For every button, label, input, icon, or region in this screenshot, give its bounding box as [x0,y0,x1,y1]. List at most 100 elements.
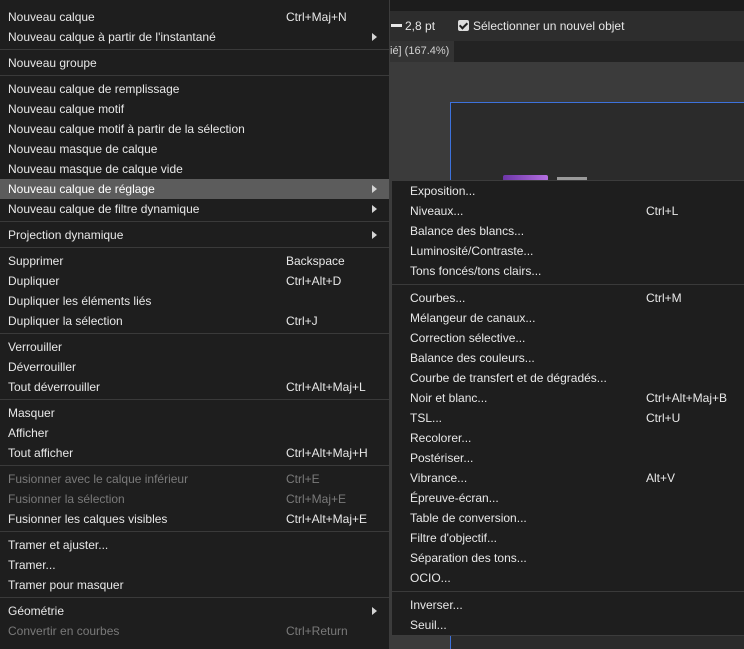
menu-item-label: Recolorer... [410,431,472,445]
submenu-item-gradient-map[interactable]: Courbe de transfert et de dégradés... [392,368,744,388]
menu-item-label: Mélangeur de canaux... [410,311,536,325]
document-tab-title: ié] (167.4%) [390,45,450,57]
submenu-item-threshold[interactable]: Seuil... [392,615,744,635]
menu-item-shortcut: Ctrl+Alt+D [286,274,342,288]
submenu-item-split-toning[interactable]: Séparation des tons... [392,548,744,568]
menu-item-new-layer[interactable]: Nouveau calque Ctrl+Maj+N [0,7,389,27]
submenu-item-exposure[interactable]: Exposition... [392,181,744,201]
submenu-item-hsl[interactable]: TSL... Ctrl+U [392,408,744,428]
menu-item-new-live-filter-layer[interactable]: Nouveau calque de filtre dynamique [0,199,389,219]
submenu-item-vibrance[interactable]: Vibrance... Alt+V [392,468,744,488]
menu-item-show-all[interactable]: Tout afficher Ctrl+Alt+Maj+H [0,443,389,463]
menu-item-rasterize-to-mask[interactable]: Tramer pour masquer [0,575,389,595]
menu-item-label: Tramer pour masquer [8,578,124,592]
menu-item-label: Courbe de transfert et de dégradés... [410,371,607,385]
submenu-item-soft-proof[interactable]: Épreuve-écran... [392,488,744,508]
menu-item-shortcut: Ctrl+L [646,204,679,218]
menu-item-delete[interactable]: Supprimer Backspace [0,251,389,271]
menu-item-label: Balance des blancs... [410,224,525,238]
menu-item-label: Tout déverrouiller [8,380,101,394]
menu-item-label: Correction sélective... [410,331,526,345]
menu-item-label: Courbes... [410,291,466,305]
menu-item-label: Nouveau calque motif [8,102,125,116]
menu-item-label: Tramer et ajuster... [8,538,109,552]
menu-item-new-fill-layer[interactable]: Nouveau calque de remplissage [0,79,389,99]
menu-item-label: Noir et blanc... [410,391,488,405]
submenu-item-ocio[interactable]: OCIO... [392,568,744,588]
menu-item-convert-to-curves[interactable]: Convertir en courbes Ctrl+Return [0,621,389,641]
menu-item-label: Projection dynamique [8,228,124,242]
menu-item-label: Nouveau groupe [8,56,97,70]
menu-item-new-group[interactable]: Nouveau groupe [0,53,389,73]
menu-item-label: Luminosité/Contraste... [410,244,534,258]
submenu-item-lut[interactable]: Table de conversion... [392,508,744,528]
submenu-item-posterize[interactable]: Postériser... [392,448,744,468]
menu-item-unlock[interactable]: Déverrouiller [0,357,389,377]
submenu-item-invert[interactable]: Inverser... [392,595,744,615]
menu-item-rasterize[interactable]: Tramer... [0,555,389,575]
menu-item-new-empty-layer-mask[interactable]: Nouveau masque de calque vide [0,159,389,179]
menu-item-label: Filtre d'objectif... [410,531,497,545]
submenu-item-channel-mixer[interactable]: Mélangeur de canaux... [392,308,744,328]
menu-item-label: Fusionner les calques visibles [8,512,168,526]
submenu-item-brightness-contrast[interactable]: Luminosité/Contraste... [392,241,744,261]
menu-item-label: Exposition... [410,184,476,198]
menu-item-label: Tons foncés/tons clairs... [410,264,542,278]
menu-item-label: Convertir en courbes [8,624,120,638]
menu-separator [392,588,744,595]
menu-item-new-adjustment-layer[interactable]: Nouveau calque de réglage [0,179,389,199]
menu-item-lock[interactable]: Verrouiller [0,337,389,357]
menu-item-label: OCIO... [410,571,451,585]
menu-item-shortcut: Ctrl+Return [286,624,348,638]
menu-item-new-pattern-layer-from-selection[interactable]: Nouveau calque motif à partir de la séle… [0,119,389,139]
menu-item-shortcut: Ctrl+Maj+E [286,492,347,506]
menu-item-new-layer-from-snapshot[interactable]: Nouveau calque à partir de l'instantané [0,27,389,47]
menu-item-shortcut: Ctrl+Alt+Maj+H [286,446,368,460]
submenu-item-color-balance[interactable]: Balance des couleurs... [392,348,744,368]
menu-item-shortcut: Ctrl+M [646,291,682,305]
menu-item-shortcut: Ctrl+U [646,411,681,425]
submenu-item-recolor[interactable]: Recolorer... [392,428,744,448]
menu-item-live-projection[interactable]: Projection dynamique [0,225,389,245]
document-tab[interactable]: ié] (167.4%) [386,41,454,62]
submenu-item-levels[interactable]: Niveaux... Ctrl+L [392,201,744,221]
submenu-item-shadows-highlights[interactable]: Tons foncés/tons clairs... [392,261,744,281]
select-new-object-label[interactable]: Sélectionner un nouvel objet [473,11,624,41]
menu-item-shortcut: Ctrl+J [286,314,318,328]
menu-item-rasterize-and-trim[interactable]: Tramer et ajuster... [0,535,389,555]
menu-item-label: Vibrance... [410,471,468,485]
menu-item-shortcut: Backspace [286,254,345,268]
menu-item-label: Nouveau calque [8,10,95,24]
menu-item-duplicate-selection[interactable]: Dupliquer la sélection Ctrl+J [0,311,389,331]
menu-item-shortcut: Ctrl+E [286,472,320,486]
menu-item-new-layer-mask[interactable]: Nouveau masque de calque [0,139,389,159]
menu-item-show[interactable]: Afficher [0,423,389,443]
menu-item-merge-down[interactable]: Fusionner avec le calque inférieur Ctrl+… [0,469,389,489]
menu-item-label: Supprimer [8,254,64,268]
select-new-object-checkbox[interactable] [458,20,469,31]
chevron-right-icon [372,33,377,41]
menu-item-label: Fusionner la sélection [8,492,125,506]
menu-item-hide[interactable]: Masquer [0,403,389,423]
chevron-right-icon [372,607,377,615]
layer-menu: Nouveau calque Ctrl+Maj+N Nouveau calque… [0,0,390,649]
submenu-item-selective-color[interactable]: Correction sélective... [392,328,744,348]
menu-item-unlock-all[interactable]: Tout déverrouiller Ctrl+Alt+Maj+L [0,377,389,397]
menu-item-new-pattern-layer[interactable]: Nouveau calque motif [0,99,389,119]
stroke-width-field[interactable]: 2,8 pt [405,11,435,41]
menu-item-duplicate-linked[interactable]: Dupliquer les éléments liés [0,291,389,311]
menu-item-label: Épreuve-écran... [410,491,499,505]
menu-item-geometry[interactable]: Géométrie [0,601,389,621]
menu-item-duplicate[interactable]: Dupliquer Ctrl+Alt+D [0,271,389,291]
menu-item-merge-visible[interactable]: Fusionner les calques visibles Ctrl+Alt+… [0,509,389,529]
submenu-item-white-balance[interactable]: Balance des blancs... [392,221,744,241]
menu-item-merge-selected[interactable]: Fusionner la sélection Ctrl+Maj+E [0,489,389,509]
menu-item-label: Nouveau calque motif à partir de la séle… [8,122,245,136]
submenu-item-black-and-white[interactable]: Noir et blanc... Ctrl+Alt+Maj+B [392,388,744,408]
submenu-item-lens-filter[interactable]: Filtre d'objectif... [392,528,744,548]
menu-item-label: Déverrouiller [8,360,77,374]
menu-item-shortcut: Ctrl+Alt+Maj+B [646,391,728,405]
menu-item-label: Nouveau masque de calque [8,142,158,156]
submenu-item-curves[interactable]: Courbes... Ctrl+M [392,288,744,308]
menu-item-label: Nouveau calque de filtre dynamique [8,202,200,216]
